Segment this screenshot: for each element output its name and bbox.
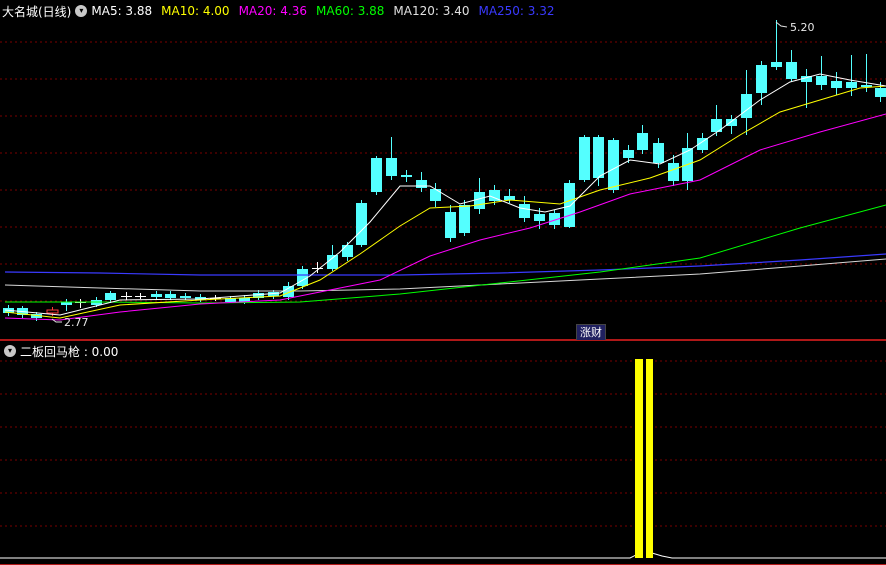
candle [356, 200, 367, 247]
indicator-chart[interactable] [0, 341, 886, 565]
candle [75, 299, 86, 308]
ma20-label: MA20: 4.36 [238, 4, 307, 18]
candlestick-chart[interactable] [0, 0, 886, 340]
candle [697, 133, 708, 153]
candle [371, 156, 382, 195]
signal-bar-gap [643, 359, 646, 558]
candle [121, 292, 132, 300]
stock-title: 大名城(日线) [2, 4, 72, 19]
candle [786, 50, 797, 82]
candle [564, 180, 575, 228]
ma10-line [4, 85, 886, 319]
indicator-toggle-icon[interactable]: ▾ [4, 345, 16, 357]
candle [637, 125, 648, 154]
candle [165, 291, 176, 300]
settings-toggle-icon[interactable]: ▾ [75, 5, 88, 17]
candle [401, 170, 412, 182]
candle [741, 70, 752, 135]
candle [151, 291, 162, 299]
candle [801, 69, 812, 108]
price-header: 大名城(日线) ▾ MA5: 3.88 MA10: 4.00 MA20: 4.3… [2, 3, 555, 19]
candle [593, 135, 604, 186]
candle [711, 105, 722, 136]
ma5-label: MA5: 3.88 [91, 4, 153, 18]
candle [459, 200, 470, 236]
candle [474, 178, 485, 214]
candle [816, 56, 827, 90]
ma10-label: MA10: 4.00 [161, 4, 230, 18]
candle [771, 20, 782, 70]
indicator-title: 二板回马枪 : 0.00 [20, 344, 119, 359]
high-price-label: 5.20 [790, 21, 815, 34]
indicator-panel[interactable]: ▾ 二板回马枪 : 0.00 [0, 340, 886, 565]
ma60-label: MA60: 3.88 [316, 4, 385, 18]
candle [416, 172, 427, 192]
candle [445, 205, 456, 242]
news-badge[interactable]: 涨财 [576, 324, 606, 341]
candle [861, 54, 872, 92]
ma5-line [4, 73, 886, 316]
candle [135, 293, 146, 299]
ma120-label: MA120: 3.40 [393, 4, 470, 18]
candle [831, 72, 842, 95]
candle [756, 61, 767, 105]
indicator-header: ▾ 二板回马枪 : 0.00 [2, 343, 118, 359]
candle [386, 137, 397, 180]
ma250-label: MA250: 3.32 [478, 4, 555, 18]
candle [579, 135, 590, 182]
candle [608, 138, 619, 193]
low-price-label: 2.77 [64, 316, 89, 329]
candle [549, 210, 560, 229]
high-marker-line [775, 21, 788, 28]
price-panel[interactable]: 大名城(日线) ▾ MA5: 3.88 MA10: 4.00 MA20: 4.3… [0, 0, 886, 341]
signal-line [0, 552, 886, 559]
